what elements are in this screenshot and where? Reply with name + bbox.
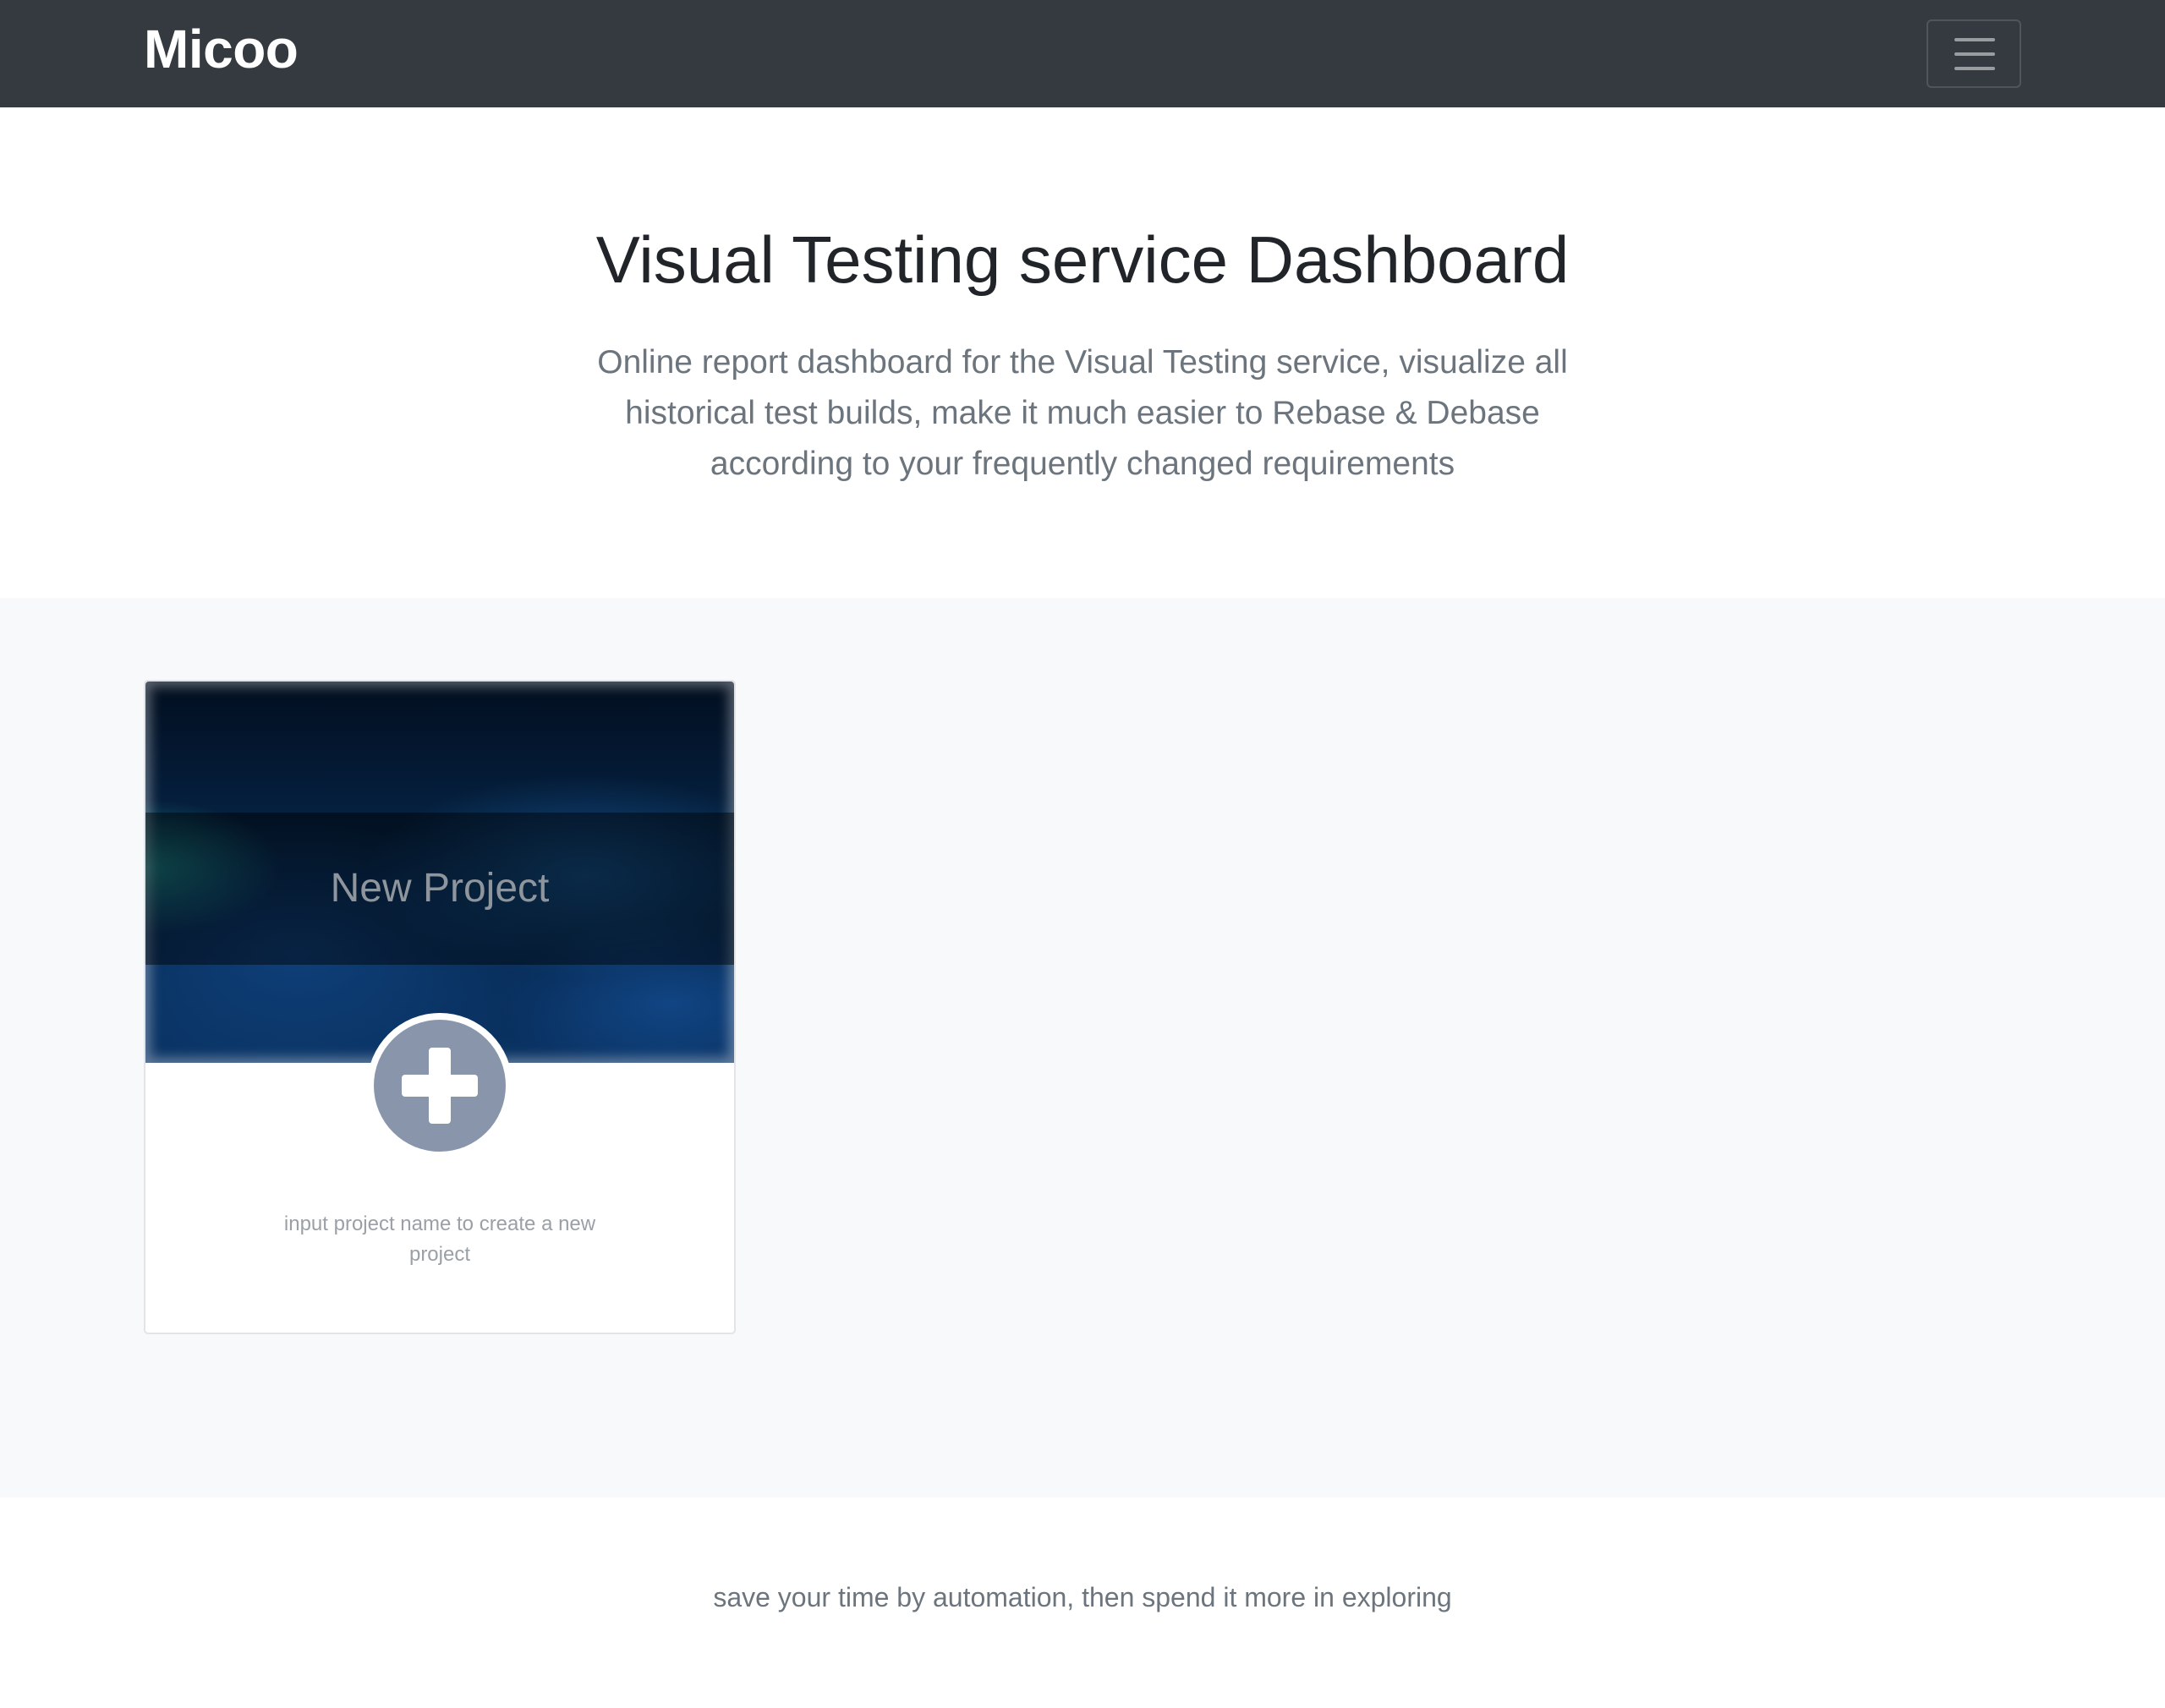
add-project-button[interactable] [367,1013,512,1158]
page-lead-text: Online report dashboard for the Visual T… [597,344,1568,482]
page-title: Visual Testing service Dashboard [595,222,1570,297]
footer-text: save your time by automation, then spend… [713,1582,1452,1612]
page-footer: save your time by automation, then spend… [0,1497,2165,1708]
hero-section: Visual Testing service Dashboard Online … [0,107,2165,598]
new-project-hint: input project name to create a new proje… [283,1213,596,1266]
top-navbar: Micoo [0,0,2165,107]
project-album: New Project input project name to create… [0,598,2165,1497]
new-project-title: New Project [330,866,550,911]
new-project-card[interactable]: New Project input project name to create… [144,680,736,1334]
navbar-toggler-button[interactable] [1927,19,2021,88]
plus-circle-icon [374,1020,506,1152]
brand-logo[interactable]: Micoo [144,17,299,81]
